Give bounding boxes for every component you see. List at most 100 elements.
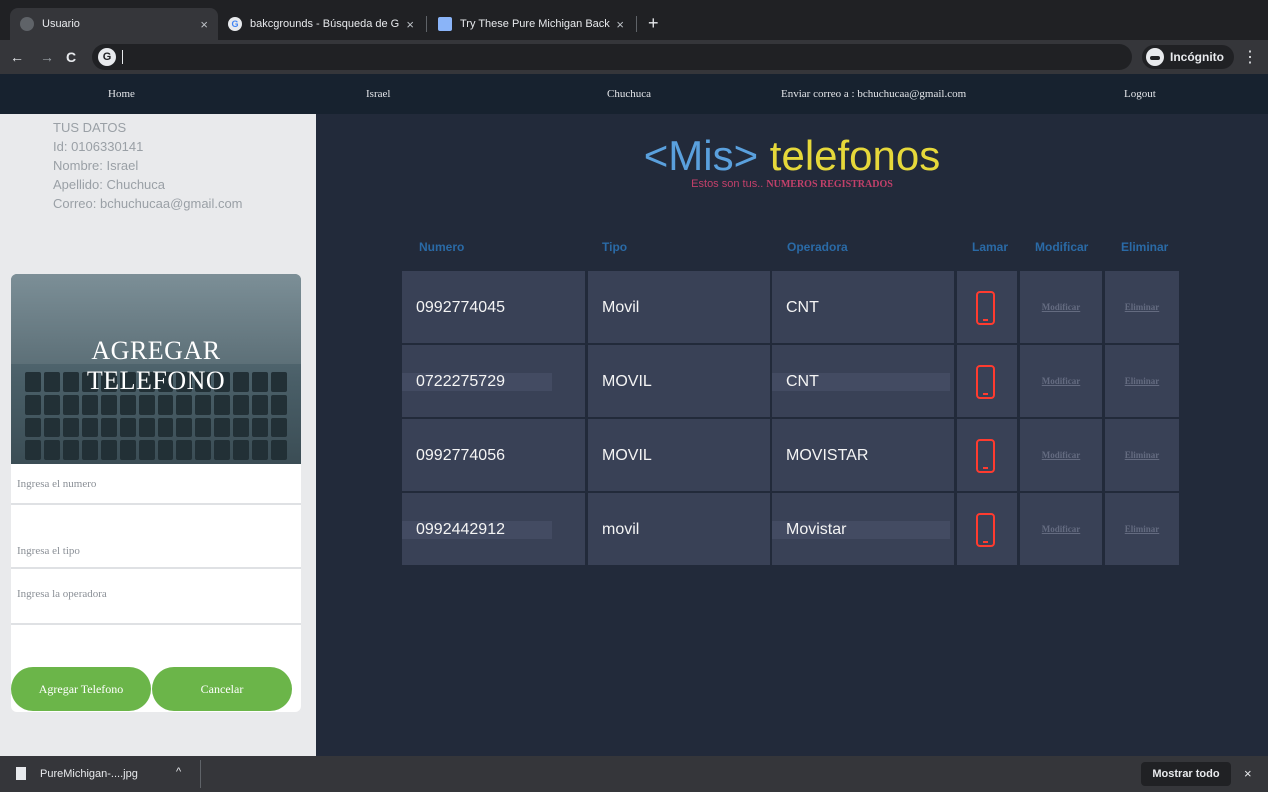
cell-tipo: MOVIL — [602, 373, 652, 390]
mobile-phone-icon[interactable] — [976, 439, 995, 473]
cell-numero: 0992774045 — [416, 299, 505, 316]
incognito-badge[interactable]: Incógnito — [1142, 45, 1234, 69]
tab-usuario[interactable]: Usuario × — [10, 8, 218, 40]
tipo-input[interactable]: Ingresa el tipo — [11, 505, 301, 569]
modify-link[interactable]: Modificar — [1020, 524, 1102, 534]
numero-input[interactable]: Ingresa el numero — [11, 464, 301, 505]
title-mis: Mis — [668, 132, 734, 179]
google-icon: G — [228, 17, 242, 31]
keyboard-key — [43, 394, 60, 415]
keyboard-key — [25, 394, 41, 415]
cell-tipo: movil — [602, 521, 640, 538]
table-cell-operadora: CNT — [772, 345, 954, 417]
title-telefonos: telefonos — [769, 132, 941, 179]
keyboard-key — [138, 394, 155, 415]
table-cell-tipo: MOVIL — [588, 419, 770, 491]
page-title: <Mis> telefonos — [316, 132, 1268, 180]
keyboard-key — [81, 440, 98, 460]
keyboard-key — [195, 394, 212, 415]
modify-link[interactable]: Modificar — [1020, 302, 1102, 312]
keyboard-key — [252, 417, 269, 438]
keyboard-key — [271, 394, 287, 415]
keyboard-key — [233, 440, 250, 460]
close-icon[interactable]: × — [406, 17, 414, 32]
user-apellido: Apellido: Chuchuca — [53, 177, 166, 192]
close-icon[interactable]: × — [1244, 766, 1252, 781]
nav-last-name[interactable]: Chuchuca — [607, 88, 651, 100]
image-icon — [438, 17, 452, 31]
keyboard-key — [25, 440, 41, 460]
nav-home[interactable]: Home — [108, 88, 135, 100]
nav-first-name[interactable]: Israel — [366, 88, 390, 100]
table-cell-numero: 0722275729 — [402, 345, 585, 417]
modify-link[interactable]: Modificar — [1020, 376, 1102, 386]
cancel-button[interactable]: Cancelar — [152, 667, 292, 711]
table-cell-tipo: MOVIL — [588, 345, 770, 417]
column-header-operadora: Operadora — [787, 240, 848, 254]
reload-icon[interactable]: C — [66, 48, 76, 66]
mobile-phone-icon[interactable] — [976, 513, 995, 547]
browser-toolbar: ← → C G Incógnito ⋮ — [0, 40, 1268, 74]
address-bar[interactable]: G — [92, 44, 1132, 70]
column-header-modificar: Modificar — [1035, 240, 1089, 254]
download-shelf: PureMichigan-....jpg ^ Mostrar todo × — [0, 756, 1268, 792]
keyboard-key — [252, 440, 269, 460]
table-cell-eliminar: Eliminar — [1105, 419, 1179, 491]
keyboard-key — [100, 440, 117, 460]
user-correo: Correo: bchuchucaa@gmail.com — [53, 196, 243, 211]
table-cell-llamar — [957, 419, 1017, 491]
mobile-phone-icon[interactable] — [976, 291, 995, 325]
add-phone-button[interactable]: Agregar Telefono — [11, 667, 151, 711]
keyboard-key — [43, 417, 60, 438]
back-arrow-icon[interactable]: ← — [10, 48, 24, 66]
table-cell-operadora: Movistar — [772, 493, 954, 565]
new-tab-button[interactable]: + — [648, 14, 659, 32]
globe-icon — [20, 17, 34, 31]
show-all-button[interactable]: Mostrar todo — [1141, 762, 1231, 786]
cell-tipo: MOVIL — [602, 447, 652, 464]
table-cell-numero: 0992774056 — [402, 419, 585, 491]
keyboard-key — [119, 394, 136, 415]
close-icon[interactable]: × — [200, 17, 208, 32]
operadora-input[interactable]: Ingresa la operadora — [11, 569, 301, 625]
table-cell-eliminar: Eliminar — [1105, 493, 1179, 565]
chevron-up-icon[interactable]: ^ — [176, 766, 181, 778]
keyboard-key — [100, 394, 117, 415]
nav-email-link[interactable]: Enviar correo a : bchuchucaa@gmail.com — [781, 88, 966, 100]
table-cell-llamar — [957, 345, 1017, 417]
table-cell-modificar: Modificar — [1020, 345, 1102, 417]
keyboard-key — [195, 417, 212, 438]
nav-logout[interactable]: Logout — [1124, 88, 1156, 100]
keyboard-key — [214, 440, 231, 460]
modify-link[interactable]: Modificar — [1020, 450, 1102, 460]
user-info-heading: TUS DATOS — [53, 120, 127, 135]
keyboard-key — [176, 440, 193, 460]
delete-link[interactable]: Eliminar — [1105, 376, 1179, 386]
title-bracket-close: > — [733, 132, 759, 179]
cell-operadora: MOVISTAR — [786, 447, 869, 464]
table-cell-modificar: Modificar — [1020, 271, 1102, 343]
tab-pure-michigan[interactable]: Try These Pure Michigan Back × — [428, 8, 634, 40]
keyboard-key — [25, 417, 41, 438]
phones-panel: <Mis> telefonos Estos son tus.. NUMEROS … — [316, 114, 1268, 756]
download-item[interactable]: PureMichigan-....jpg — [16, 767, 138, 780]
table-cell-operadora: MOVISTAR — [772, 419, 954, 491]
keyboard-key — [271, 417, 287, 438]
table-cell-eliminar: Eliminar — [1105, 345, 1179, 417]
menu-kebab-icon[interactable]: ⋮ — [1242, 47, 1258, 67]
close-icon[interactable]: × — [616, 17, 624, 32]
tab-busqueda[interactable]: G bakcgrounds - Búsqueda de G × — [218, 8, 424, 40]
keyboard-key — [119, 440, 136, 460]
mobile-phone-icon[interactable] — [976, 365, 995, 399]
card-title-line: AGREGAR — [91, 336, 221, 365]
delete-link[interactable]: Eliminar — [1105, 450, 1179, 460]
cell-numero: 0722275729 — [416, 373, 505, 390]
forward-arrow-icon[interactable]: → — [40, 48, 54, 66]
cell-numero: 0992442912 — [416, 521, 505, 538]
table-cell-numero: 0992442912 — [402, 493, 585, 565]
delete-link[interactable]: Eliminar — [1105, 302, 1179, 312]
keyboard-key — [252, 394, 269, 415]
delete-link[interactable]: Eliminar — [1105, 524, 1179, 534]
table-cell-llamar — [957, 493, 1017, 565]
title-bracket-open: < — [643, 132, 669, 179]
